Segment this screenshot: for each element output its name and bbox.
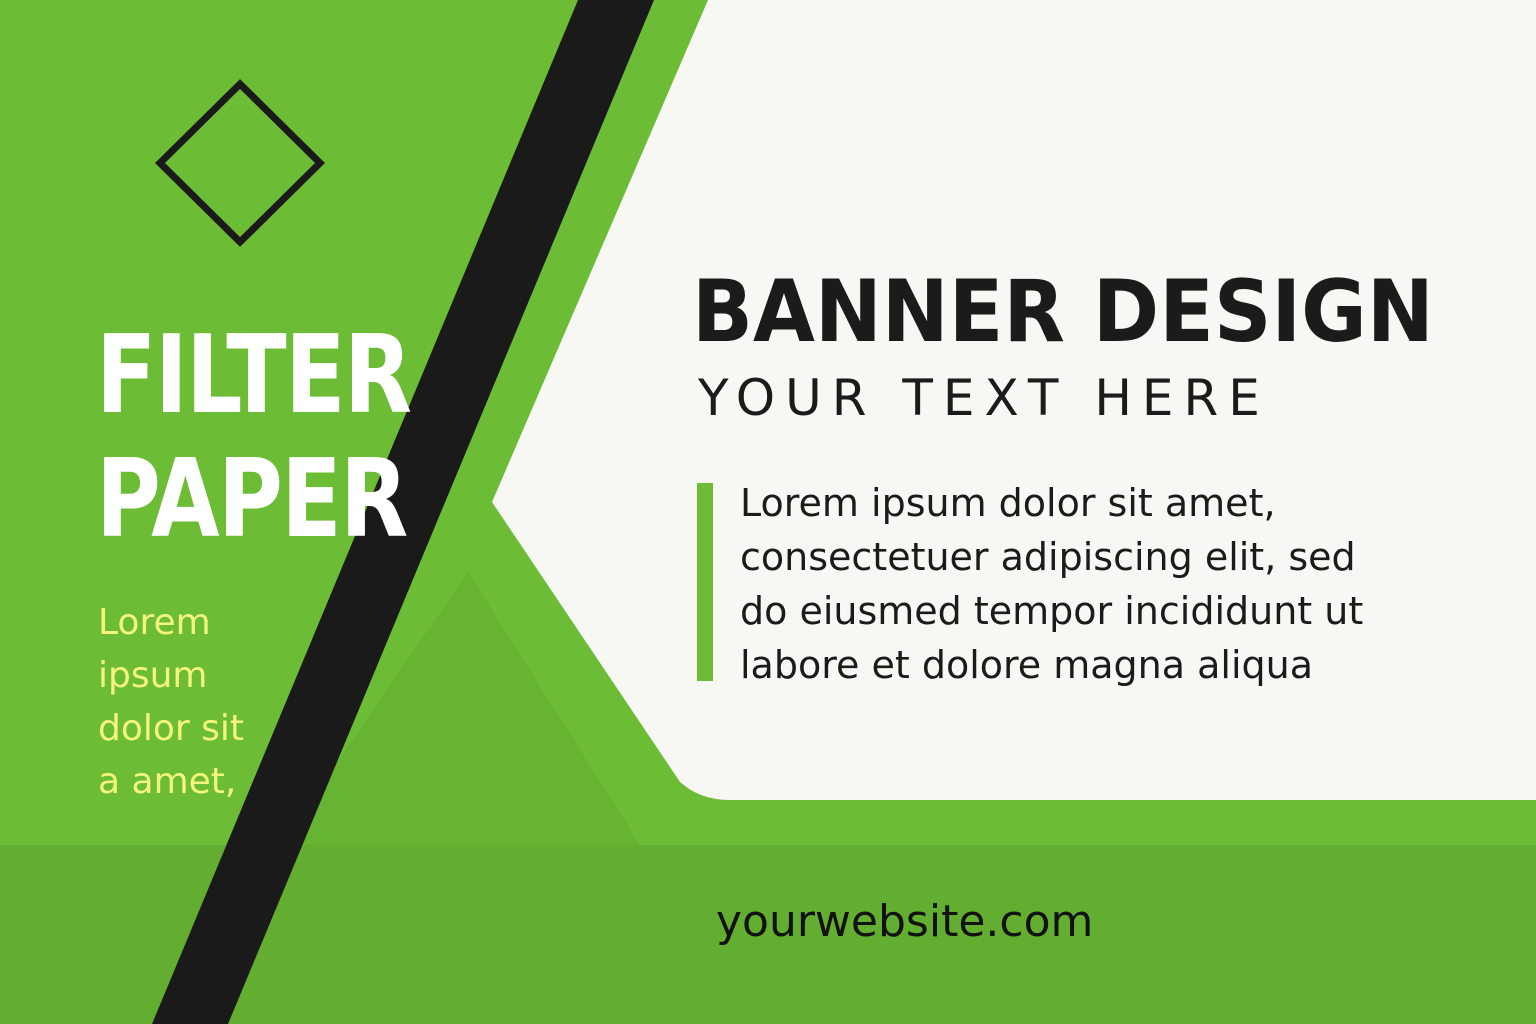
subheadline: YOUR TEXT HERE (698, 369, 1270, 427)
website-link[interactable]: yourwebsite.com (716, 892, 1093, 952)
body-copy: Lorem ipsum dolor sit amet, consectetuer… (740, 481, 1364, 687)
accent-bar (697, 483, 713, 681)
left-title: FILTER PAPER (96, 313, 412, 562)
left-body-text: Lorem ipsum dolor sit a amet, (98, 602, 245, 802)
headline: BANNER DESIGN (692, 262, 1434, 362)
banner: FILTER PAPER Lorem ipsum dolor sit a ame… (0, 0, 1536, 1024)
